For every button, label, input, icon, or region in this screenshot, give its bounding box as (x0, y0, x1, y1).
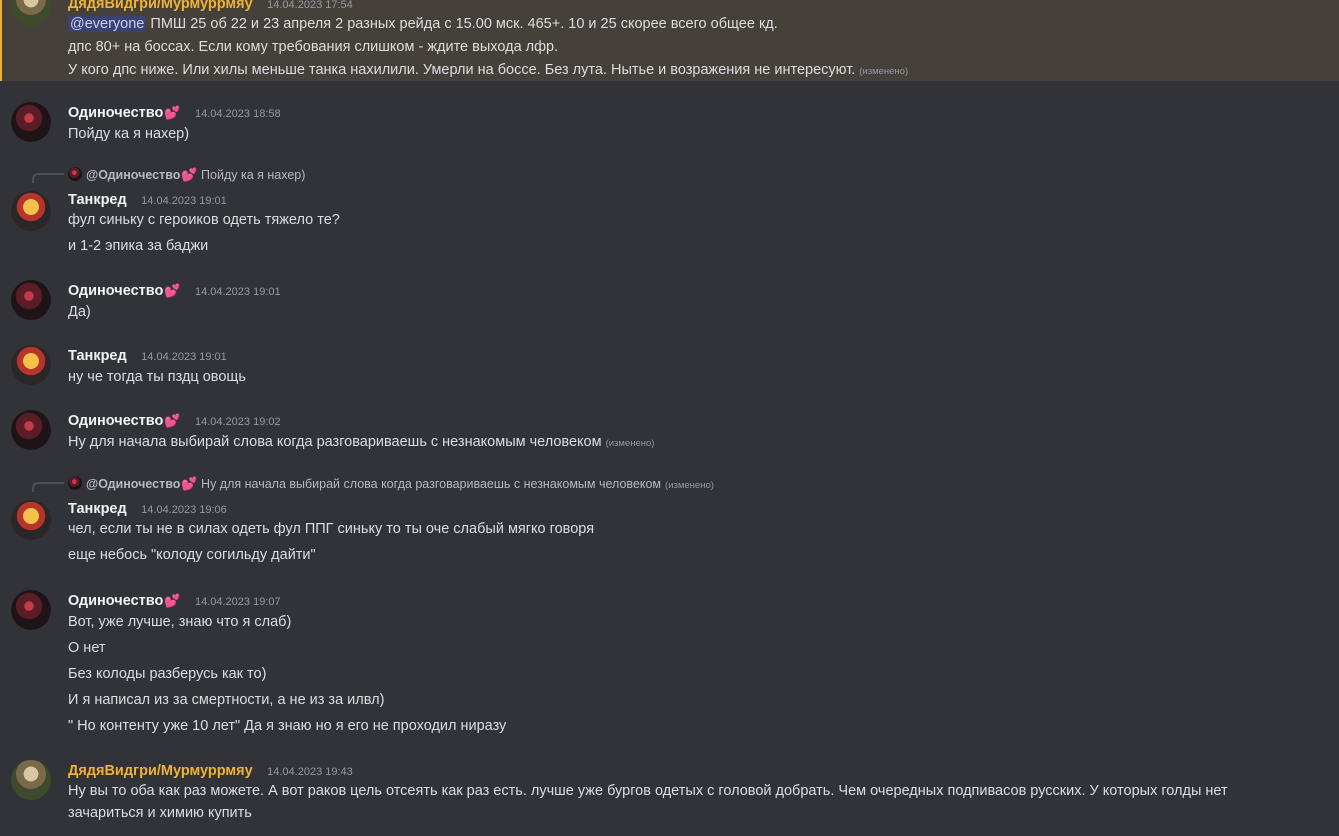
avatar[interactable] (11, 102, 51, 142)
avatar[interactable] (11, 590, 51, 630)
avatar[interactable] (11, 191, 51, 231)
heart-icon: 💕 (164, 413, 181, 428)
reply-spine (32, 482, 64, 492)
author-name[interactable]: Танкред (68, 192, 127, 208)
message-mention-highlight: ДядяВидгри/Мурмуррмяу 14.04.2023 17:54 @… (0, 0, 1339, 81)
reply-avatar (68, 167, 82, 181)
author-name[interactable]: ДядяВидгри/Мурмуррмяу (68, 763, 253, 779)
author-name[interactable]: Одиночество (68, 283, 163, 299)
message-text: У кого дпс ниже. Или хилы меньше танка н… (68, 62, 909, 78)
timestamp: 14.04.2023 19:01 (141, 195, 227, 207)
reply-preview[interactable]: @Одиночество💕 Ну для начала выбирай слов… (68, 476, 714, 492)
avatar[interactable] (11, 280, 51, 320)
message-text: Да) (68, 304, 91, 320)
message-reply: @Одиночество💕 Ну для начала выбирай слов… (0, 474, 1339, 574)
message-text: ну че тогда ты пздц овощь (68, 369, 246, 385)
everyone-mention[interactable]: @everyone (68, 16, 147, 32)
heart-icon: 💕 (164, 283, 181, 298)
timestamp: 14.04.2023 19:43 (267, 766, 353, 778)
message-text: зачариться и химию купить (68, 805, 252, 821)
heart-icon: 💕 (164, 105, 181, 120)
message-reply: @Одиночество💕 Пойду ка я нахер) Танкред … (0, 165, 1339, 265)
message-text: еще небось "колоду согильду дайти" (68, 547, 316, 563)
timestamp: 14.04.2023 19:02 (194, 416, 281, 428)
timestamp: 14.04.2023 19:01 (194, 286, 281, 298)
message: Одиночество💕 14.04.2023 19:07 Вот, уже л… (0, 588, 1339, 738)
avatar[interactable] (11, 500, 51, 540)
author-name[interactable]: ДядяВидгри/Мурмуррмяу (68, 0, 253, 12)
message-text: Пойду ка я нахер) (68, 126, 190, 142)
avatar[interactable] (11, 0, 51, 26)
edited-label: (изменено) (859, 66, 909, 77)
message-text: Вот, уже лучше, знаю что я слаб) (68, 614, 292, 630)
author-name[interactable]: Одиночество (68, 105, 163, 121)
timestamp: 14.04.2023 19:06 (141, 504, 227, 516)
author-name[interactable]: Одиночество (68, 413, 163, 429)
message: Одиночество💕 14.04.2023 19:02 Ну для нач… (0, 408, 1339, 456)
message-text: @everyone ПМШ 25 об 22 и 23 апреля 2 раз… (68, 16, 778, 32)
edited-label: (изменено) (665, 480, 714, 491)
message: Одиночество💕 14.04.2023 18:58 Пойду ка я… (0, 100, 1339, 148)
author-name[interactable]: Танкред (68, 501, 127, 517)
message-text: И я написал из за смертности, а не из за… (68, 692, 385, 708)
timestamp: 14.04.2023 19:07 (194, 596, 281, 608)
message: Одиночество💕 14.04.2023 19:01 Да) (0, 278, 1339, 326)
message: ДядяВидгри/Мурмуррмяу 14.04.2023 19:43 Н… (0, 758, 1339, 836)
avatar[interactable] (11, 760, 51, 800)
message-text: дпс 80+ на боссах. Если кому требования … (68, 39, 559, 55)
message-text: Ну для начала выбирай слова когда разгов… (68, 434, 655, 450)
message: Танкред 14.04.2023 19:01 ну че тогда ты … (0, 343, 1339, 391)
message-text: О нет (68, 640, 106, 656)
message-text: Ну вы то оба как раз можете. А вот раков… (68, 783, 1228, 799)
reply-spine (32, 173, 64, 183)
reply-text: Пойду ка я нахер) (201, 168, 306, 182)
reply-preview[interactable]: @Одиночество💕 Пойду ка я нахер) (68, 167, 305, 183)
avatar[interactable] (11, 410, 51, 450)
heart-icon: 💕 (164, 593, 181, 608)
timestamp: 14.04.2023 17:54 (267, 0, 353, 11)
message-text: фул синьку с героиков одеть тяжело те? (68, 212, 340, 228)
message-text: Без колоды разберусь как то) (68, 666, 267, 682)
message-text: чел, если ты не в силах одеть фул ППГ си… (68, 521, 595, 537)
author-name[interactable]: Одиночество (68, 593, 163, 609)
heart-icon: 💕 (181, 476, 198, 491)
reply-avatar (68, 476, 82, 490)
author-name[interactable]: Танкред (68, 348, 127, 364)
heart-icon: 💕 (181, 167, 198, 182)
message-text: и 1-2 эпика за баджи (68, 238, 209, 254)
avatar[interactable] (11, 345, 51, 385)
reply-text: Ну для начала выбирай слова когда разгов… (201, 477, 662, 491)
timestamp: 14.04.2023 19:01 (141, 351, 227, 363)
timestamp: 14.04.2023 18:58 (194, 108, 281, 120)
message-text: " Но контенту уже 10 лет" Да я знаю но я… (68, 718, 507, 734)
edited-label: (изменено) (605, 438, 655, 449)
